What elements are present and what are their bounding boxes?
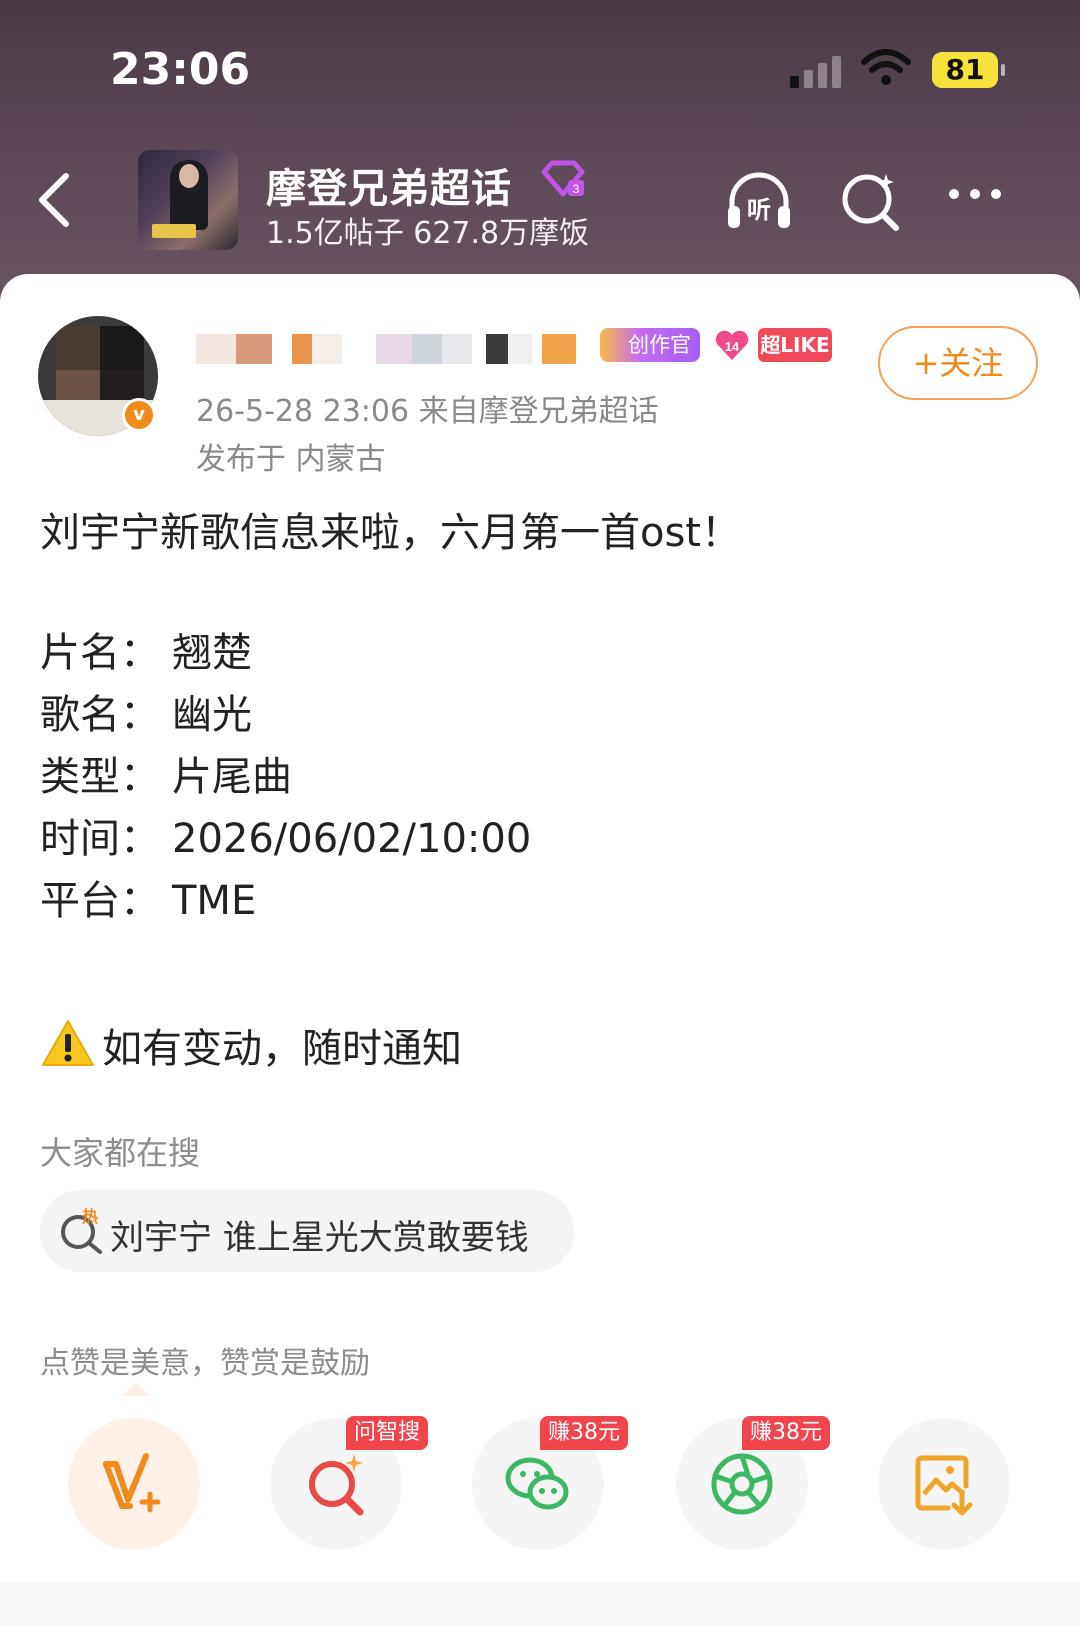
save-image-icon [915,1455,973,1516]
topic-cover[interactable] [138,150,238,250]
warning-icon [42,1020,94,1066]
diamond-level-icon: 3 [541,160,585,197]
save-image-button[interactable] [878,1418,1010,1550]
more-icon[interactable] [940,166,1010,236]
follow-button[interactable]: +关注 [878,326,1038,400]
svg-text:听: 听 [747,196,771,224]
wifi-icon [861,49,911,85]
topic-title[interactable]: 摩登兄弟超话 [266,156,512,214]
post-field: 时间： 2026/06/02/10:00 [40,816,532,862]
status-time: 23:06 [110,44,251,95]
tooltip-pointer [122,1382,150,1396]
back-icon[interactable] [34,172,74,228]
verified-icon: v [122,398,156,432]
topic-stats: 1.5亿帖子 627.8万摩饭 [266,216,590,251]
post-location: 发布于 内蒙古 [196,442,386,477]
trending-search-text: 刘宇宁 谁上星光大赏敢要钱 [110,1218,529,1258]
ai-search-tag: 问智搜 [346,1416,429,1450]
creator-badge: 创作官 [600,328,700,362]
svg-text:14: 14 [725,339,740,354]
ai-search-icon [309,1454,364,1516]
post-field: 歌名： 幽光 [40,692,252,738]
wechat-reward-tag: 赚38元 [540,1416,628,1450]
moments-icon [711,1453,773,1515]
heart-level-icon: 14 [715,330,749,360]
signal-icon [790,54,844,88]
moments-reward-tag: 赚38元 [742,1416,830,1450]
battery-indicator: 81 [932,52,1005,88]
post-intro: 刘宇宁新歌信息来啦，六月第一首ost！ [40,510,741,556]
super-like-badge: 超LIKE [758,328,832,362]
post-meta: 26-5-28 23:06 来自摩登兄弟超话 [196,394,659,429]
post-notice: 如有变动，随时通知 [102,1026,462,1072]
reward-label: 点赞是美意，赞赏是鼓励 [40,1346,370,1381]
post-field: 片名： 翘楚 [40,630,252,676]
svg-text:3: 3 [573,182,580,196]
v-plus-icon [103,1453,161,1513]
listen-icon[interactable]: 听 [724,166,794,236]
bottom-bar [0,1582,1080,1626]
trending-search-label: 大家都在搜 [40,1134,201,1172]
trending-search-chip[interactable]: 热 刘宇宁 谁上星光大赏敢要钱 [40,1190,574,1272]
post-field: 类型： 片尾曲 [40,754,292,800]
wechat-icon [505,1457,569,1510]
username-blurred[interactable] [196,330,576,366]
post-field: 平台： TME [40,878,257,924]
search-icon[interactable] [836,166,906,236]
svg-text:热: 热 [82,1208,98,1226]
hot-search-icon: 热 [61,1208,102,1254]
v-plus-button[interactable] [68,1418,200,1550]
